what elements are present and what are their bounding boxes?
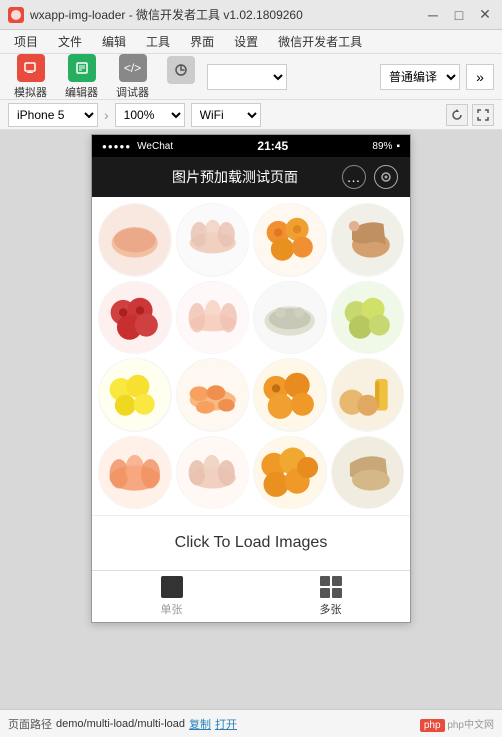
signal-dots: ●●●●● [102, 142, 131, 151]
food-image-4 [331, 203, 405, 277]
simulator-area: ●●●●● WeChat 21:45 89% ▪ 图片预加载测试页面 … [0, 130, 502, 709]
nav-title: 图片预加载测试页面 [172, 167, 298, 187]
image-grid [92, 197, 410, 515]
status-time: 21:45 [257, 139, 288, 153]
food-image-6 [176, 281, 250, 355]
network-select[interactable]: WiFi [191, 103, 261, 127]
food-image-10 [176, 358, 250, 432]
logo-text: php php中文网 [420, 716, 494, 731]
battery-pct: 89% [372, 141, 392, 152]
single-icon [161, 576, 183, 598]
food-image-2 [176, 203, 250, 277]
phone-content[interactable]: Click To Load Images 单张 多张 [92, 197, 410, 622]
maximize-button[interactable]: □ [450, 6, 468, 24]
food-image-8 [331, 281, 405, 355]
editor-icon [68, 54, 96, 82]
copy-link[interactable]: 复制 [189, 716, 211, 732]
tab-multi[interactable]: 多张 [251, 571, 410, 622]
simulator-button[interactable]: 模拟器 [8, 50, 53, 104]
food-image-11 [253, 358, 327, 432]
nav-circle-button[interactable] [374, 165, 398, 189]
carrier-name: WeChat [137, 141, 173, 152]
battery-icon: ▪ [396, 141, 400, 152]
tab-single-label: 单张 [161, 601, 183, 617]
compile-button[interactable]: - [161, 52, 201, 102]
phone-frame: ●●●●● WeChat 21:45 89% ▪ 图片预加载测试页面 … [91, 134, 411, 623]
toolbar: 模拟器 编辑器 </> 调试器 - 普通编译 [0, 54, 502, 100]
food-image-16 [331, 436, 405, 510]
rotate-button[interactable] [446, 104, 468, 126]
device-caret: › [104, 107, 109, 123]
tab-single[interactable]: 单张 [92, 571, 251, 622]
close-button[interactable]: ✕ [476, 6, 494, 24]
tab-multi-label: 多张 [320, 601, 342, 617]
food-image-14 [176, 436, 250, 510]
logo-label: php中文网 [447, 720, 494, 731]
window-title: wxapp-img-loader - 微信开发者工具 v1.02.1809260 [30, 6, 303, 23]
simulator-label: 模拟器 [14, 84, 47, 100]
phone-status-bar: ●●●●● WeChat 21:45 89% ▪ [92, 135, 410, 157]
phone-tab-bar: 单张 多张 [92, 570, 410, 622]
food-image-15 [253, 436, 327, 510]
multi-icon [320, 576, 342, 598]
food-image-3 [253, 203, 327, 277]
fullscreen-button[interactable] [472, 104, 494, 126]
food-image-1 [98, 203, 172, 277]
path-label: 页面路径 [8, 716, 52, 732]
device-select[interactable]: iPhone 5 [8, 103, 98, 127]
expand-toolbar-button[interactable]: » [466, 64, 494, 90]
food-image-13 [98, 436, 172, 510]
load-images-area: Click To Load Images [92, 515, 410, 570]
debugger-icon: </> [119, 54, 147, 82]
zoom-select[interactable]: 100% [115, 103, 185, 127]
php-logo: php [420, 719, 445, 732]
compile-dropdown[interactable] [207, 64, 287, 90]
food-image-9 [98, 358, 172, 432]
title-bar: wxapp-img-loader - 微信开发者工具 v1.02.1809260… [0, 0, 502, 30]
nav-icons: … [342, 165, 398, 189]
food-image-5 [98, 281, 172, 355]
editor-label: 编辑器 [65, 84, 98, 100]
debugger-label: 调试器 [116, 84, 149, 100]
debugger-button[interactable]: </> 调试器 [110, 50, 155, 104]
editor-button[interactable]: 编辑器 [59, 50, 104, 104]
window-controls: ─ □ ✕ [424, 6, 494, 24]
nav-more-button[interactable]: … [342, 165, 366, 189]
minimize-button[interactable]: ─ [424, 6, 442, 24]
menu-interface[interactable]: 界面 [182, 31, 222, 52]
mode-select[interactable]: 普通编译 [380, 64, 460, 90]
food-image-12 [331, 358, 405, 432]
phone-nav-bar: 图片预加载测试页面 … [92, 157, 410, 197]
device-bar: iPhone 5 › 100% WiFi [0, 100, 502, 130]
status-footer: 页面路径 demo/multi-load/multi-load 复制 打开 ph… [0, 709, 502, 737]
app-icon [8, 7, 24, 23]
load-images-button[interactable]: Click To Load Images [155, 526, 348, 560]
path-value: demo/multi-load/multi-load [56, 718, 185, 730]
food-image-7 [253, 281, 327, 355]
open-link[interactable]: 打开 [215, 716, 237, 732]
compile-icon [167, 56, 195, 84]
menu-settings[interactable]: 设置 [226, 31, 266, 52]
menu-wechat-tools[interactable]: 微信开发者工具 [270, 31, 370, 52]
simulator-icon [17, 54, 45, 82]
